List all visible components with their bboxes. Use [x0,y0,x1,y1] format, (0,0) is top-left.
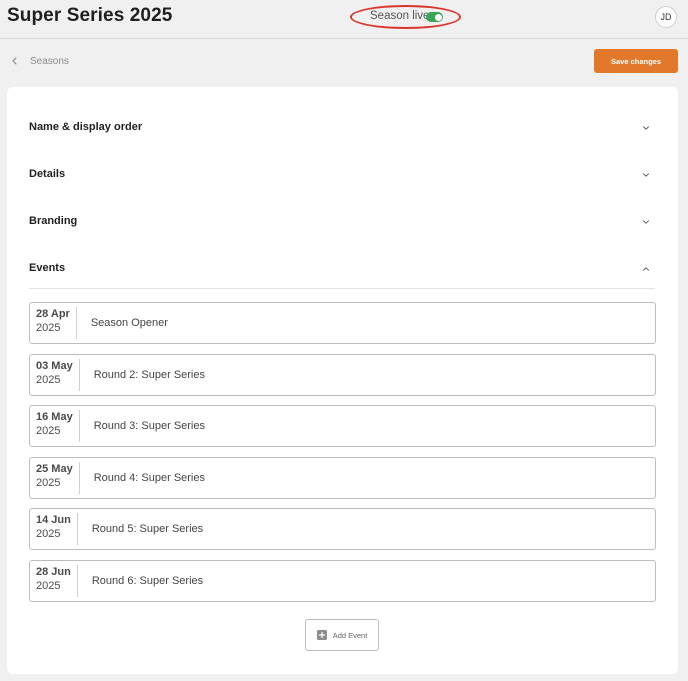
section-title: Name & display order [29,121,143,133]
event-date: 03 May 2025 [30,358,80,391]
section-title: Events [29,262,66,274]
event-row[interactable]: 14 Jun 2025 Round 5: Super Series [29,508,656,550]
event-name: Round 4: Super Series [93,471,205,484]
event-date: 28 Apr 2025 [30,307,77,339]
event-day: 28 Jun [36,565,71,578]
event-row[interactable]: 28 Jun 2025 Round 6: Super Series [29,559,656,602]
season-live-label: Season live [370,10,430,22]
event-date: 16 May 2025 [30,410,80,442]
chevron-down-icon [643,126,649,130]
add-event-button[interactable]: Add Event [305,619,379,651]
event-day: 25 May [36,462,73,475]
event-name: Round 2: Super Series [93,368,205,381]
event-name: Round 5: Super Series [91,523,204,535]
event-row[interactable]: 28 Apr 2025 Season Opener [29,302,656,344]
event-row[interactable]: 16 May 2025 Round 3: Super Series [29,405,656,447]
top-bar: Super Series 2025 Season live JD [0,0,688,39]
avatar[interactable]: JD [655,6,677,28]
section-branding[interactable]: Branding [29,211,655,233]
event-year: 2025 [36,579,61,592]
event-date: 25 May 2025 [30,461,80,494]
event-date: 14 Jun 2025 [30,513,78,545]
section-title: Details [29,168,66,180]
event-row[interactable]: 25 May 2025 Round 4: Super Series [29,456,656,499]
chevron-down-icon [643,220,649,224]
event-year: 2025 [36,322,61,334]
back-link-label: Seasons [30,55,69,67]
event-day: 16 May [36,411,73,423]
event-day: 03 May [36,359,73,372]
section-name-display-order[interactable]: Name & display order [29,117,655,139]
page-title: Super Series 2025 [7,5,173,26]
chevron-down-icon [643,173,649,177]
event-day: 28 Apr [36,308,70,320]
event-name: Season Opener [90,317,168,329]
season-live-toggle[interactable] [426,12,443,22]
events-divider [29,288,655,289]
chevron-up-icon [643,267,649,271]
toggle-knob [434,13,442,21]
season-settings-card: Name & display order Details Branding Ev… [7,87,678,674]
event-list: 28 Apr 2025 Season Opener 03 May 2025 Ro… [29,302,656,611]
save-changes-button[interactable]: Save changes [594,49,678,73]
event-day: 14 Jun [36,514,71,526]
event-year: 2025 [36,528,61,540]
section-details[interactable]: Details [29,164,655,186]
section-title: Branding [29,215,78,227]
event-name: Round 3: Super Series [93,420,205,432]
section-events[interactable]: Events [29,258,655,280]
event-year: 2025 [36,476,61,489]
chevron-left-icon [12,57,17,65]
event-year: 2025 [36,425,61,437]
event-name: Round 6: Super Series [91,574,204,587]
event-date: 28 Jun 2025 [30,564,78,597]
add-event-label: Add Event [332,630,368,640]
back-to-seasons-link[interactable]: Seasons [8,54,69,68]
plus-square-icon [316,630,327,640]
event-row[interactable]: 03 May 2025 Round 2: Super Series [29,353,656,396]
event-year: 2025 [36,373,61,386]
